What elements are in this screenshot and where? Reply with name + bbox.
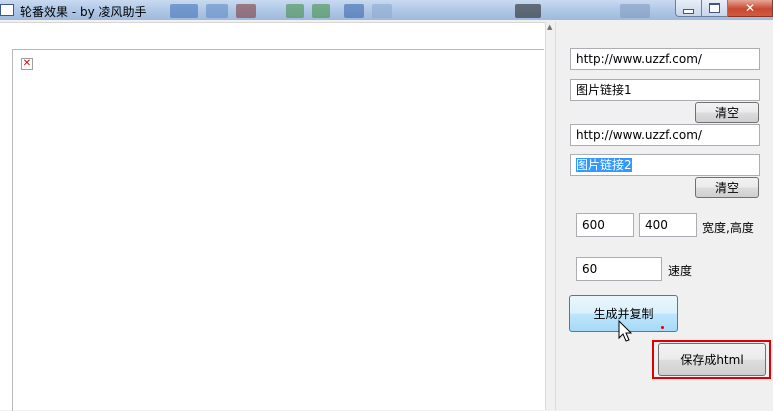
size-label: 宽度,高度 bbox=[702, 221, 754, 235]
close-button[interactable]: ✕ bbox=[728, 0, 773, 17]
mouse-cursor-icon bbox=[618, 320, 633, 342]
selected-text: 图片链接2 bbox=[576, 158, 632, 172]
image-url-input-2[interactable]: http://www.uzzf.com/ bbox=[570, 124, 760, 146]
taskbar-decor bbox=[344, 4, 364, 18]
clear-button-2[interactable]: 清空 bbox=[695, 177, 759, 198]
height-input[interactable]: 400 bbox=[639, 213, 697, 237]
taskbar-decor bbox=[515, 4, 541, 18]
window-title: 轮番效果 - by 凌风助手 bbox=[20, 5, 147, 19]
red-dot-marker bbox=[661, 326, 664, 329]
image-link-input-2[interactable]: 图片链接2 bbox=[570, 154, 760, 176]
taskbar-decor bbox=[236, 4, 256, 18]
minimize-icon bbox=[683, 9, 694, 14]
minimize-button[interactable] bbox=[675, 0, 702, 17]
width-input[interactable]: 600 bbox=[576, 213, 634, 237]
window-controls: ✕ bbox=[675, 0, 773, 18]
maximize-icon bbox=[709, 3, 720, 13]
taskbar-decor bbox=[286, 4, 304, 18]
taskbar-decor bbox=[372, 4, 392, 18]
taskbar-decor bbox=[312, 4, 330, 18]
image-url-input-1[interactable]: http://www.uzzf.com/ bbox=[570, 48, 760, 70]
close-icon: ✕ bbox=[744, 1, 756, 15]
app-icon bbox=[0, 4, 14, 16]
panel-divider bbox=[555, 22, 556, 410]
broken-image-icon: ✕ bbox=[21, 58, 33, 70]
title-bar: 轮番效果 - by 凌风助手 ✕ bbox=[0, 0, 773, 20]
maximize-button[interactable] bbox=[702, 0, 728, 17]
image-link-input-1[interactable]: 图片链接1 bbox=[570, 79, 760, 101]
preview-area: ✕ bbox=[0, 22, 545, 411]
taskbar-decor bbox=[620, 4, 650, 18]
taskbar-decor bbox=[206, 4, 228, 18]
taskbar-decor bbox=[170, 4, 198, 18]
speed-input[interactable]: 60 bbox=[576, 257, 662, 281]
speed-label: 速度 bbox=[668, 264, 693, 278]
preview-frame: ✕ bbox=[12, 49, 544, 411]
vertical-scrollbar[interactable]: ▲ bbox=[545, 22, 555, 410]
clear-button-1[interactable]: 清空 bbox=[695, 102, 759, 123]
highlight-box bbox=[652, 340, 771, 379]
scroll-up-arrow-icon[interactable]: ▲ bbox=[547, 24, 552, 31]
